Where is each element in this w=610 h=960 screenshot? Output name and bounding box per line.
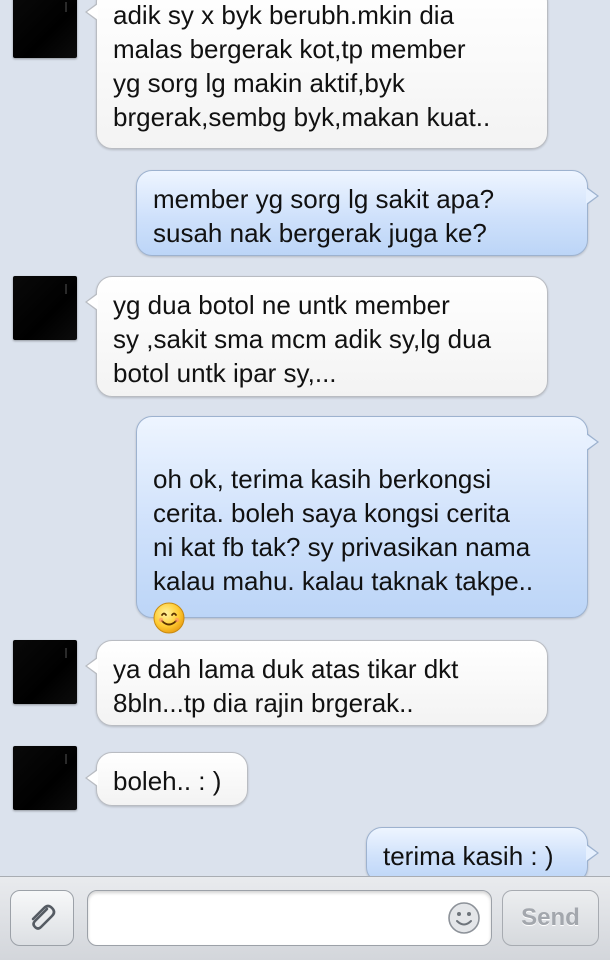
send-button[interactable]: Send (502, 890, 599, 946)
message-bubble-incoming: adik sy x byk berubh.mkin dia malas berg… (85, 0, 548, 149)
avatar[interactable] (13, 0, 77, 58)
attach-button[interactable] (10, 890, 74, 946)
message-bubble-incoming: ya dah lama duk atas tikar dkt 8bln...tp… (85, 640, 548, 726)
message-bubble-incoming: boleh.. : ) (85, 752, 248, 806)
smiling-face-icon (153, 602, 185, 634)
paperclip-icon (31, 904, 56, 930)
smiley-icon[interactable] (447, 901, 481, 935)
message-input[interactable] (98, 891, 442, 947)
message-bubble-outgoing: member yg sorg lg sakit apa? susah nak b… (136, 170, 599, 256)
avatar[interactable] (13, 276, 77, 340)
message-bubble-incoming: yg dua botol ne untk member sy ,sakit sm… (85, 276, 548, 397)
message-text: oh ok, terima kasih berkongsi cerita. bo… (153, 464, 534, 596)
message-input-field[interactable] (87, 890, 492, 947)
avatar[interactable] (13, 640, 77, 704)
chat-thread[interactable]: adik sy x byk berubh.mkin dia malas berg… (0, 0, 610, 876)
message-bubble-outgoing: oh ok, terima kasih berkongsi cerita. bo… (136, 416, 599, 634)
avatar[interactable] (13, 746, 77, 810)
message-bubble-outgoing: terima kasih : ) (366, 827, 599, 876)
message-composer: Send (0, 876, 610, 960)
